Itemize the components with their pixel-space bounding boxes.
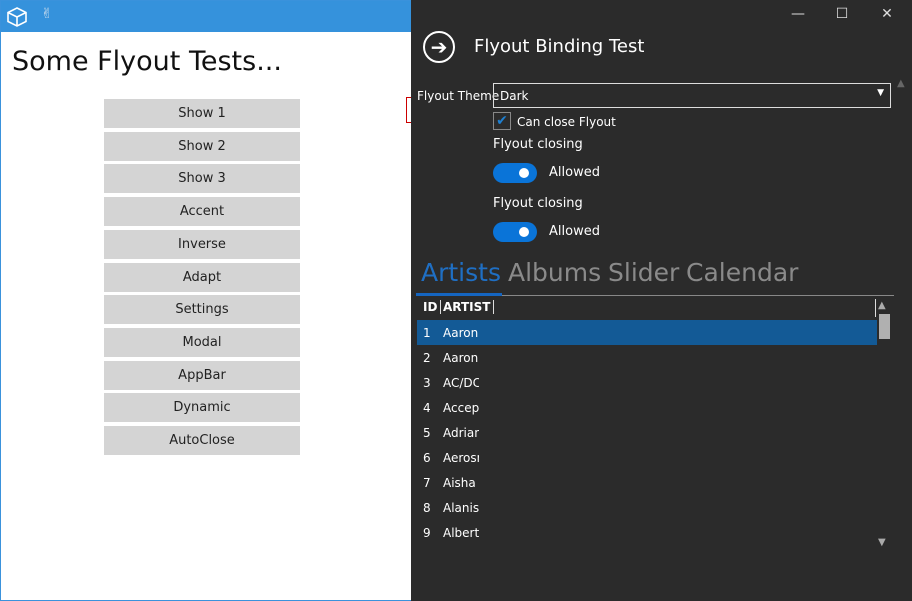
cell-id: 6 <box>423 451 431 465</box>
tab-artists[interactable]: Artists <box>421 258 501 287</box>
cell-artist: Alanis <box>443 501 479 515</box>
cube-icon <box>6 6 28 32</box>
theme-label: Flyout Theme <box>417 89 500 103</box>
button-adapt[interactable]: Adapt <box>104 262 300 292</box>
table-row[interactable]: 6 Aerosm <box>417 445 877 470</box>
toggle-header-1: Flyout closing <box>493 137 583 152</box>
cell-artist: Aisha D <box>443 476 479 490</box>
toggle-header-2: Flyout closing <box>493 196 583 211</box>
button-appbar[interactable]: AppBar <box>104 360 300 390</box>
grid-scrollbar-thumb[interactable] <box>879 314 890 339</box>
table-row[interactable]: 8 Alanis <box>417 495 877 520</box>
header-divider <box>875 299 876 317</box>
close-button[interactable]: ✕ <box>872 6 902 26</box>
cell-artist: Accept <box>443 401 479 415</box>
button-show-1[interactable]: Show 1 <box>104 99 300 128</box>
cell-id: 2 <box>423 351 431 365</box>
button-settings[interactable]: Settings <box>104 295 300 325</box>
tab-albums[interactable]: Albums <box>508 258 601 287</box>
grid-scroll-up-icon[interactable]: ▲ <box>878 300 886 311</box>
column-header-id[interactable]: ID <box>423 300 442 314</box>
button-modal[interactable]: Modal <box>104 327 300 357</box>
button-accent[interactable]: Accent <box>104 197 300 227</box>
flyout-panel: — ☐ ✕ ➔ Flyout Binding Test Flyout Theme… <box>411 0 912 601</box>
toggle-switch-1[interactable] <box>493 163 537 183</box>
cell-artist: Aaron <box>443 326 479 340</box>
table-row[interactable]: 3 AC/DC <box>417 370 877 395</box>
cell-artist: Aerosm <box>443 451 479 465</box>
cell-id: 8 <box>423 501 431 515</box>
minimize-button[interactable]: — <box>783 6 813 26</box>
cell-artist: Aaron <box>443 351 479 365</box>
scroll-up-icon[interactable]: ▲ <box>897 78 905 89</box>
button-inverse[interactable]: Inverse <box>104 229 300 259</box>
button-show-2[interactable]: Show 2 <box>104 131 300 161</box>
page-heading: Some Flyout Tests... <box>12 46 282 77</box>
tab-slider[interactable]: Slider <box>608 258 679 287</box>
maximize-button[interactable]: ☐ <box>827 6 857 26</box>
can-close-label: Can close Flyout <box>517 115 616 129</box>
cell-id: 5 <box>423 426 431 440</box>
column-header-artist[interactable]: ARTIST <box>443 300 495 314</box>
chevron-down-icon: ▼ <box>877 88 884 98</box>
tab-calendar[interactable]: Calendar <box>686 258 798 287</box>
toggle-label-2: Allowed <box>549 224 600 239</box>
table-row[interactable]: 1 Aaron <box>417 320 877 345</box>
cell-id: 1 <box>423 326 431 340</box>
toggle-switch-2[interactable] <box>493 222 537 242</box>
button-dynamic[interactable]: Dynamic <box>104 393 300 423</box>
table-row[interactable]: 4 Accept <box>417 395 877 420</box>
button-autoclose[interactable]: AutoClose <box>104 426 300 455</box>
cell-id: 4 <box>423 401 431 415</box>
cell-artist: Alberto <box>443 526 479 540</box>
can-close-checkbox[interactable]: ✔ <box>493 112 511 130</box>
table-row[interactable]: 7 Aisha D <box>417 470 877 495</box>
table-row[interactable]: 2 Aaron <box>417 345 877 370</box>
toggle-label-1: Allowed <box>549 165 600 180</box>
cell-artist: Adrian <box>443 426 479 440</box>
cell-id: 9 <box>423 526 431 540</box>
button-show-3[interactable]: Show 3 <box>104 164 300 194</box>
back-arrow-icon[interactable]: ➔ <box>423 31 455 63</box>
tab-selected-indicator <box>416 293 502 296</box>
theme-value: Dark <box>500 89 529 103</box>
table-row[interactable]: 9 Alberto <box>417 520 877 545</box>
cell-artist: AC/DC <box>443 376 479 390</box>
theme-combobox[interactable]: Dark ▼ <box>493 83 891 108</box>
cell-id: 7 <box>423 476 431 490</box>
cell-id: 3 <box>423 376 431 390</box>
table-row[interactable]: 5 Adrian <box>417 420 877 445</box>
grid-scroll-down-icon[interactable]: ▼ <box>878 537 886 548</box>
victory-hand-icon: ✌ <box>41 6 53 22</box>
flyout-title: Flyout Binding Test <box>474 36 645 57</box>
